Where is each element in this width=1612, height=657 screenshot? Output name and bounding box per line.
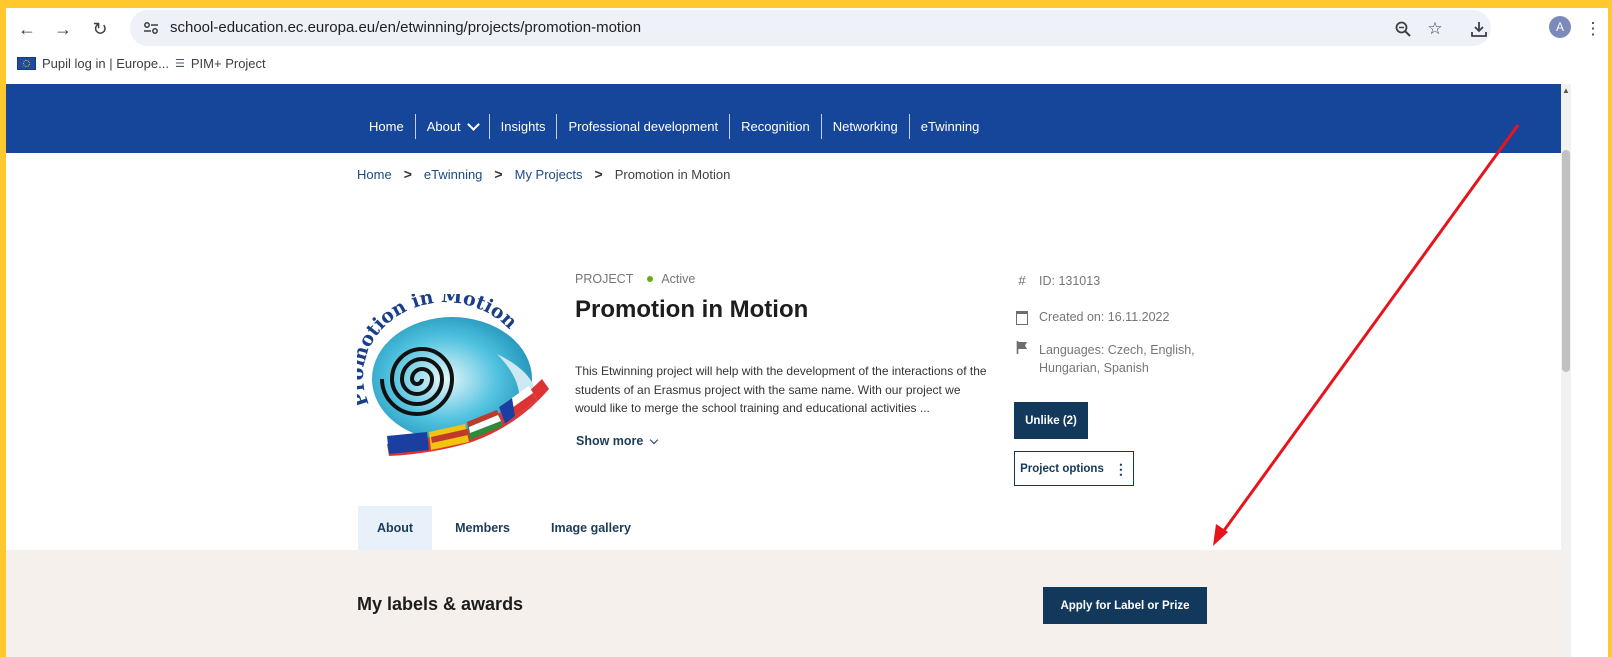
chevron-down-icon	[650, 435, 659, 444]
project-created-text: Created on: 16.11.2022	[1039, 310, 1170, 324]
bookmark-label: Pupil log in | Europe...	[42, 56, 169, 71]
pim-icon: ☰	[175, 57, 185, 70]
project-options-button[interactable]: Project options ⋮	[1014, 451, 1134, 486]
back-arrow-icon[interactable]: ←	[14, 16, 40, 42]
nav-item-home[interactable]: Home	[358, 114, 415, 139]
profile-avatar[interactable]: A	[1549, 16, 1571, 38]
url-text[interactable]: school-education.ec.europa.eu/en/etwinni…	[170, 19, 641, 36]
nav-item-recognition[interactable]: Recognition	[729, 114, 821, 139]
eu-flag-icon	[17, 57, 36, 70]
tab-about[interactable]: About	[358, 506, 433, 550]
nav-item-etwinning[interactable]: eTwinning	[908, 114, 991, 139]
project-languages-text: Languages: Czech, English, Hungarian, Sp…	[1039, 343, 1195, 375]
reload-icon[interactable]: ↻	[87, 16, 113, 42]
awards-title: My labels & awards	[357, 594, 524, 614]
tab-members[interactable]: Members	[432, 506, 532, 550]
project-status: Active	[661, 272, 696, 286]
nav-label: About	[426, 119, 461, 134]
apply-label-prize-button[interactable]: Apply for Label or Prize	[1043, 587, 1207, 624]
browser-toolbar: ← → ↻ school-education.ec.europa.eu/en/e…	[6, 8, 1608, 50]
download-icon[interactable]	[1466, 16, 1492, 42]
zoom-icon[interactable]	[1391, 17, 1415, 41]
awards-section: My labels & awards Apply for Label or Pr…	[6, 550, 1561, 657]
main-navigation: Home About Insights Professional develop…	[6, 84, 1561, 153]
project-languages: Languages: Czech, English, Hungarian, Sp…	[1015, 341, 1214, 377]
breadcrumb-etwinning[interactable]: eTwinning	[424, 167, 483, 182]
kebab-menu-icon[interactable]: ⋮	[1583, 16, 1603, 42]
page-scrollbar[interactable]: ▲	[1561, 84, 1571, 657]
project-options-label: Project options	[1020, 462, 1104, 475]
breadcrumb-separator: >	[403, 166, 412, 182]
breadcrumb-home[interactable]: Home	[357, 167, 392, 182]
breadcrumb-separator: >	[494, 166, 503, 182]
project-logo: Promotion in Motion	[357, 294, 549, 456]
nav-label: Insights	[500, 119, 546, 134]
breadcrumb-my-projects[interactable]: My Projects	[515, 167, 583, 182]
breadcrumb-separator: >	[594, 166, 603, 182]
chevron-down-icon	[466, 118, 480, 131]
project-created: Created on: 16.11.2022	[1015, 308, 1214, 326]
bookmark-label: PIM+ Project	[190, 56, 266, 71]
forward-arrow-icon[interactable]: →	[50, 16, 76, 42]
bookmark-pupil-login[interactable]: Pupil log in | Europe...	[17, 56, 169, 71]
web-page: Home About Insights Professional develop…	[6, 84, 1561, 657]
project-tabs: About Members Image gallery	[358, 506, 650, 550]
status-active-dot	[647, 276, 654, 282]
page-title: Promotion in Motion	[575, 296, 809, 323]
address-bar[interactable]: school-education.ec.europa.eu/en/etwinni…	[130, 10, 1491, 46]
bookmarks-bar: Pupil log in | Europe... ☰ PIM+ Project	[6, 52, 1608, 82]
nav-item-about[interactable]: About	[414, 114, 489, 139]
project-type-label: PROJECT	[575, 272, 634, 286]
unlike-button[interactable]: Unlike (2)	[1014, 402, 1088, 439]
project-id: # ID: 131013	[1015, 272, 1214, 290]
tab-image-gallery[interactable]: Image gallery	[532, 506, 650, 550]
flag-icon	[1015, 341, 1029, 359]
project-type: PROJECT Active	[575, 272, 695, 286]
site-settings-icon[interactable]	[142, 19, 160, 37]
scroll-up-icon[interactable]: ▲	[1561, 86, 1571, 95]
project-description: This Etwinning project will help with th…	[575, 364, 987, 415]
scrollbar-thumb[interactable]	[1562, 150, 1570, 372]
browser-window: ← → ↻ school-education.ec.europa.eu/en/e…	[6, 8, 1608, 657]
bookmark-pim-project[interactable]: ☰ PIM+ Project	[175, 56, 266, 71]
breadcrumb: Home > eTwinning > My Projects > Promoti…	[357, 166, 730, 182]
calendar-icon	[1016, 311, 1028, 325]
nav-item-insights[interactable]: Insights	[488, 114, 557, 139]
star-icon[interactable]: ☆	[1423, 17, 1447, 41]
nav-item-professional-development[interactable]: Professional development	[556, 114, 729, 139]
hash-icon: #	[1018, 273, 1026, 288]
nav-label: eTwinning	[920, 119, 980, 134]
kebab-icon: ⋮	[1113, 460, 1128, 477]
breadcrumb-current: Promotion in Motion	[614, 166, 731, 182]
nav-label: Networking	[832, 119, 898, 134]
nav-label: Recognition	[741, 119, 810, 134]
nav-label: Professional development	[568, 119, 719, 134]
show-more-button[interactable]: Show more	[576, 434, 659, 448]
show-more-label: Show more	[576, 434, 644, 448]
project-id-text: ID: 131013	[1039, 274, 1101, 288]
nav-item-networking[interactable]: Networking	[820, 114, 909, 139]
nav-label: Home	[369, 119, 404, 134]
